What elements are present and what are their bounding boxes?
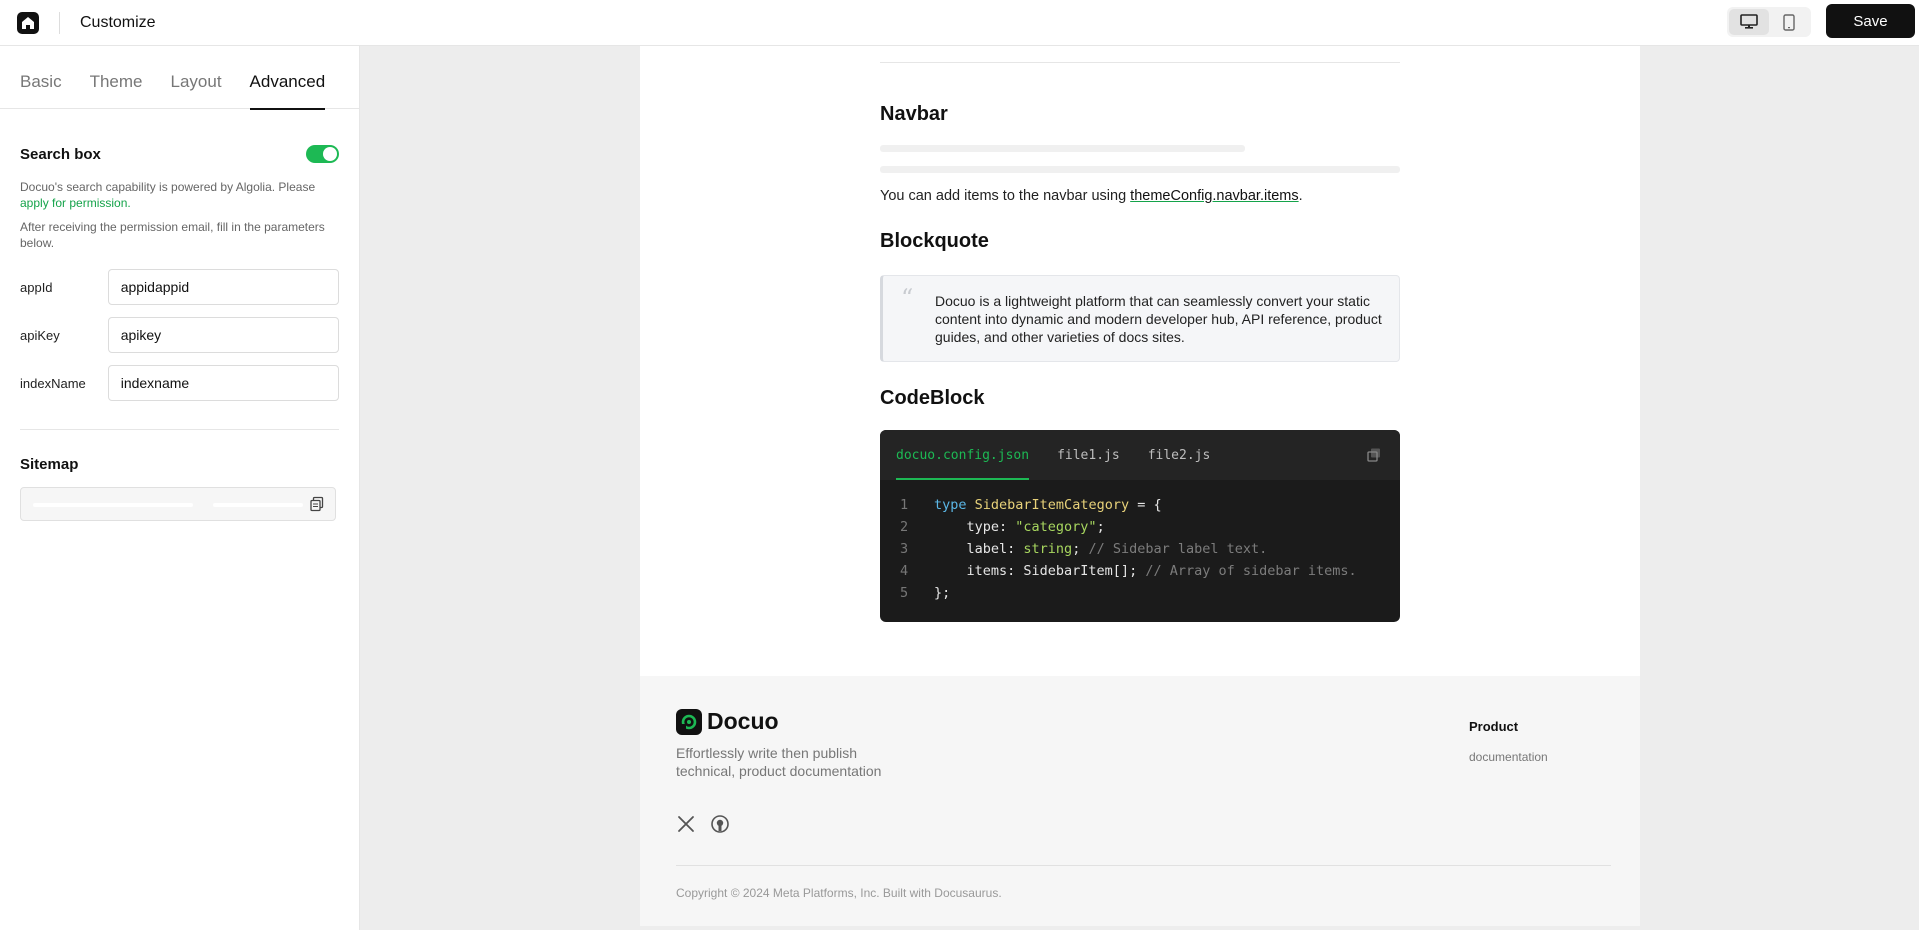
desktop-icon <box>1740 14 1758 29</box>
quote-icon: “ <box>901 284 914 312</box>
search-box-toggle[interactable] <box>306 145 339 163</box>
navbar-paragraph: You can add items to the navbar using th… <box>880 188 1303 204</box>
footer-product-title: Product <box>1469 719 1519 734</box>
section-divider <box>20 429 339 430</box>
topbar-divider <box>59 11 60 34</box>
sitemap-placeholder-bar <box>33 503 193 507</box>
field-row-appid: appId <box>20 269 339 305</box>
copy-code-icon[interactable] <box>1366 447 1382 463</box>
code-line: 2 type: "category"; <box>880 516 1400 538</box>
indexname-label: indexName <box>20 375 86 391</box>
apikey-input[interactable] <box>107 317 339 353</box>
line-number: 5 <box>900 585 909 601</box>
settings-tabs: Basic Theme Layout Advanced <box>0 46 359 110</box>
skeleton-line <box>880 166 1400 173</box>
footer-documentation-link[interactable]: documentation <box>1469 750 1548 764</box>
navbar-config-link[interactable]: themeConfig.navbar.items <box>1130 188 1298 204</box>
home-button[interactable] <box>17 11 39 34</box>
tab-theme[interactable]: Theme <box>90 46 143 109</box>
line-number: 2 <box>900 519 909 535</box>
content-divider <box>880 62 1400 63</box>
search-settings: Search box Docuo's search capability is … <box>0 145 359 521</box>
x-twitter-icon[interactable] <box>676 814 696 834</box>
tab-advanced[interactable]: Advanced <box>249 46 325 110</box>
codeblock-heading: CodeBlock <box>880 387 985 409</box>
line-number: 3 <box>900 541 909 557</box>
navbar-text: You can add items to the navbar using <box>880 188 1131 204</box>
mobile-view-button[interactable] <box>1769 9 1809 35</box>
home-icon <box>22 16 34 29</box>
code-tab-file1[interactable]: file1.js <box>1057 430 1120 480</box>
save-button[interactable]: Save <box>1826 4 1915 38</box>
skeleton-line <box>880 145 1245 152</box>
appid-label: appId <box>20 279 53 295</box>
search-description: Docuo's search capability is powered by … <box>20 179 339 211</box>
code-body: 1 type SidebarItemCategory = { 2 type: "c… <box>880 480 1400 604</box>
search-description-text: Docuo's search capability is powered by … <box>20 180 316 194</box>
tab-layout[interactable]: Layout <box>171 46 222 109</box>
copy-icon[interactable] <box>309 496 325 512</box>
code-tabs: docuo.config.json file1.js file2.js <box>880 430 1400 480</box>
github-icon[interactable] <box>710 814 730 834</box>
footer-brand[interactable]: Docuo <box>676 708 779 735</box>
footer-copyright: Copyright © 2024 Meta Platforms, Inc. Bu… <box>676 886 1002 900</box>
docuo-logo-icon <box>676 708 702 735</box>
code-line: 3 label: string; // Sidebar label text. <box>880 538 1400 560</box>
sitemap-url-field[interactable] <box>20 487 336 521</box>
code-line: 5}; <box>880 582 1400 604</box>
code-tab-config[interactable]: docuo.config.json <box>896 430 1030 480</box>
field-row-apikey: apiKey <box>20 317 339 353</box>
footer-tagline: Effortlessly write then publish technica… <box>676 745 882 779</box>
site-footer: Docuo Effortlessly write then publish te… <box>640 676 1640 926</box>
blockquote: “ Docuo is a lightweight platform that c… <box>880 275 1400 362</box>
apply-permission-link[interactable]: apply for permission. <box>20 196 131 210</box>
sitemap-label: Sitemap <box>20 456 79 473</box>
search-box-label: Search box <box>20 145 101 163</box>
desktop-view-button[interactable] <box>1729 9 1769 35</box>
appid-input[interactable] <box>107 269 339 305</box>
code-tab-file2[interactable]: file2.js <box>1148 430 1211 480</box>
brand-name: Docuo <box>707 708 779 734</box>
settings-sidebar: Basic Theme Layout Advanced Search box D… <box>0 46 360 930</box>
blockquote-text: Docuo is a lightweight platform that can… <box>935 293 1382 345</box>
mobile-icon <box>1783 13 1795 31</box>
sitemap-placeholder-bar <box>213 503 303 507</box>
code-block: docuo.config.json file1.js file2.js 1 typ… <box>880 430 1400 622</box>
social-links <box>676 814 744 834</box>
toggle-knob <box>323 147 337 161</box>
code-line: 4 items: SidebarItem[]; // Array of side… <box>880 560 1400 582</box>
tab-basic[interactable]: Basic <box>20 46 62 109</box>
code-line: 1 type SidebarItemCategory = { <box>880 494 1400 516</box>
navbar-text-suffix: . <box>1298 188 1303 204</box>
navbar-heading: Navbar <box>880 103 948 125</box>
search-description-2: After receiving the permission email, fi… <box>20 220 325 250</box>
line-number: 4 <box>900 563 909 579</box>
preview-page: Navbar You can add items to the navbar u… <box>640 46 1640 676</box>
footer-divider <box>676 865 1611 866</box>
indexname-input[interactable] <box>107 365 339 401</box>
field-row-indexname: indexName <box>20 365 339 401</box>
apikey-label: apiKey <box>20 327 60 343</box>
line-number: 1 <box>900 497 909 513</box>
blockquote-heading: Blockquote <box>880 230 989 252</box>
device-toggle <box>1727 7 1811 37</box>
top-bar: Customize Save <box>0 0 1919 46</box>
page-title: Customize <box>80 13 156 31</box>
